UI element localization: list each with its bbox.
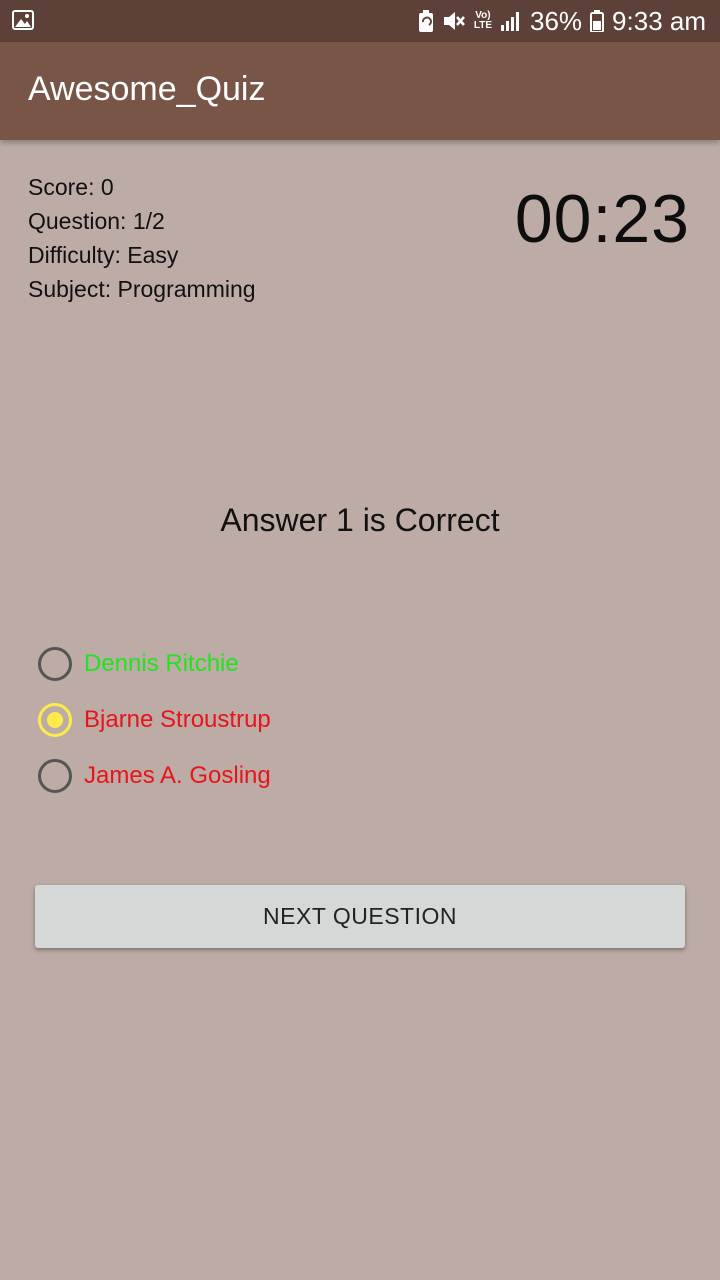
radio-button[interactable] — [38, 759, 72, 793]
answer-result-text: Answer 1 is Correct — [220, 502, 500, 538]
option-label: Dennis Ritchie — [84, 650, 239, 677]
answer-option-1[interactable]: Dennis Ritchie — [38, 636, 271, 692]
signal-icon — [500, 11, 522, 31]
answer-options-group: Dennis Ritchie Bjarne Stroustrup James A… — [38, 636, 271, 804]
countdown-timer: 00:23 — [514, 181, 690, 257]
radio-button[interactable] — [38, 703, 72, 737]
difficulty-label: Difficulty: Easy — [28, 242, 179, 268]
battery-icon — [590, 10, 605, 32]
answer-option-2[interactable]: Bjarne Stroustrup — [38, 692, 271, 748]
clock: 9:33 am — [612, 5, 706, 36]
app-bar: Awesome_Quiz — [0, 42, 720, 140]
subject-label: Subject: Programming — [28, 276, 256, 302]
option-label: Bjarne Stroustrup — [84, 706, 271, 733]
battery-percent: 36% — [530, 5, 583, 36]
mute-icon — [442, 10, 466, 32]
quiz-info: Score: 0 Question: 1/2 Difficulty: Easy … — [28, 170, 256, 306]
radio-button[interactable] — [38, 647, 72, 681]
answer-option-3[interactable]: James A. Gosling — [38, 748, 271, 804]
app-title: Awesome_Quiz — [28, 70, 266, 108]
next-question-button[interactable]: NEXT QUESTION — [35, 885, 685, 948]
option-label: James A. Gosling — [84, 762, 271, 789]
status-bar: Vo) LTE 36% 9:33 am — [0, 0, 720, 42]
volte-icon: Vo) LTE — [473, 10, 492, 31]
score-label: Score: 0 — [28, 174, 114, 200]
question-counter: Question: 1/2 — [28, 208, 165, 234]
image-icon — [12, 10, 34, 35]
battery-saver-icon — [418, 10, 434, 32]
network-type-label: LTE — [473, 20, 492, 31]
